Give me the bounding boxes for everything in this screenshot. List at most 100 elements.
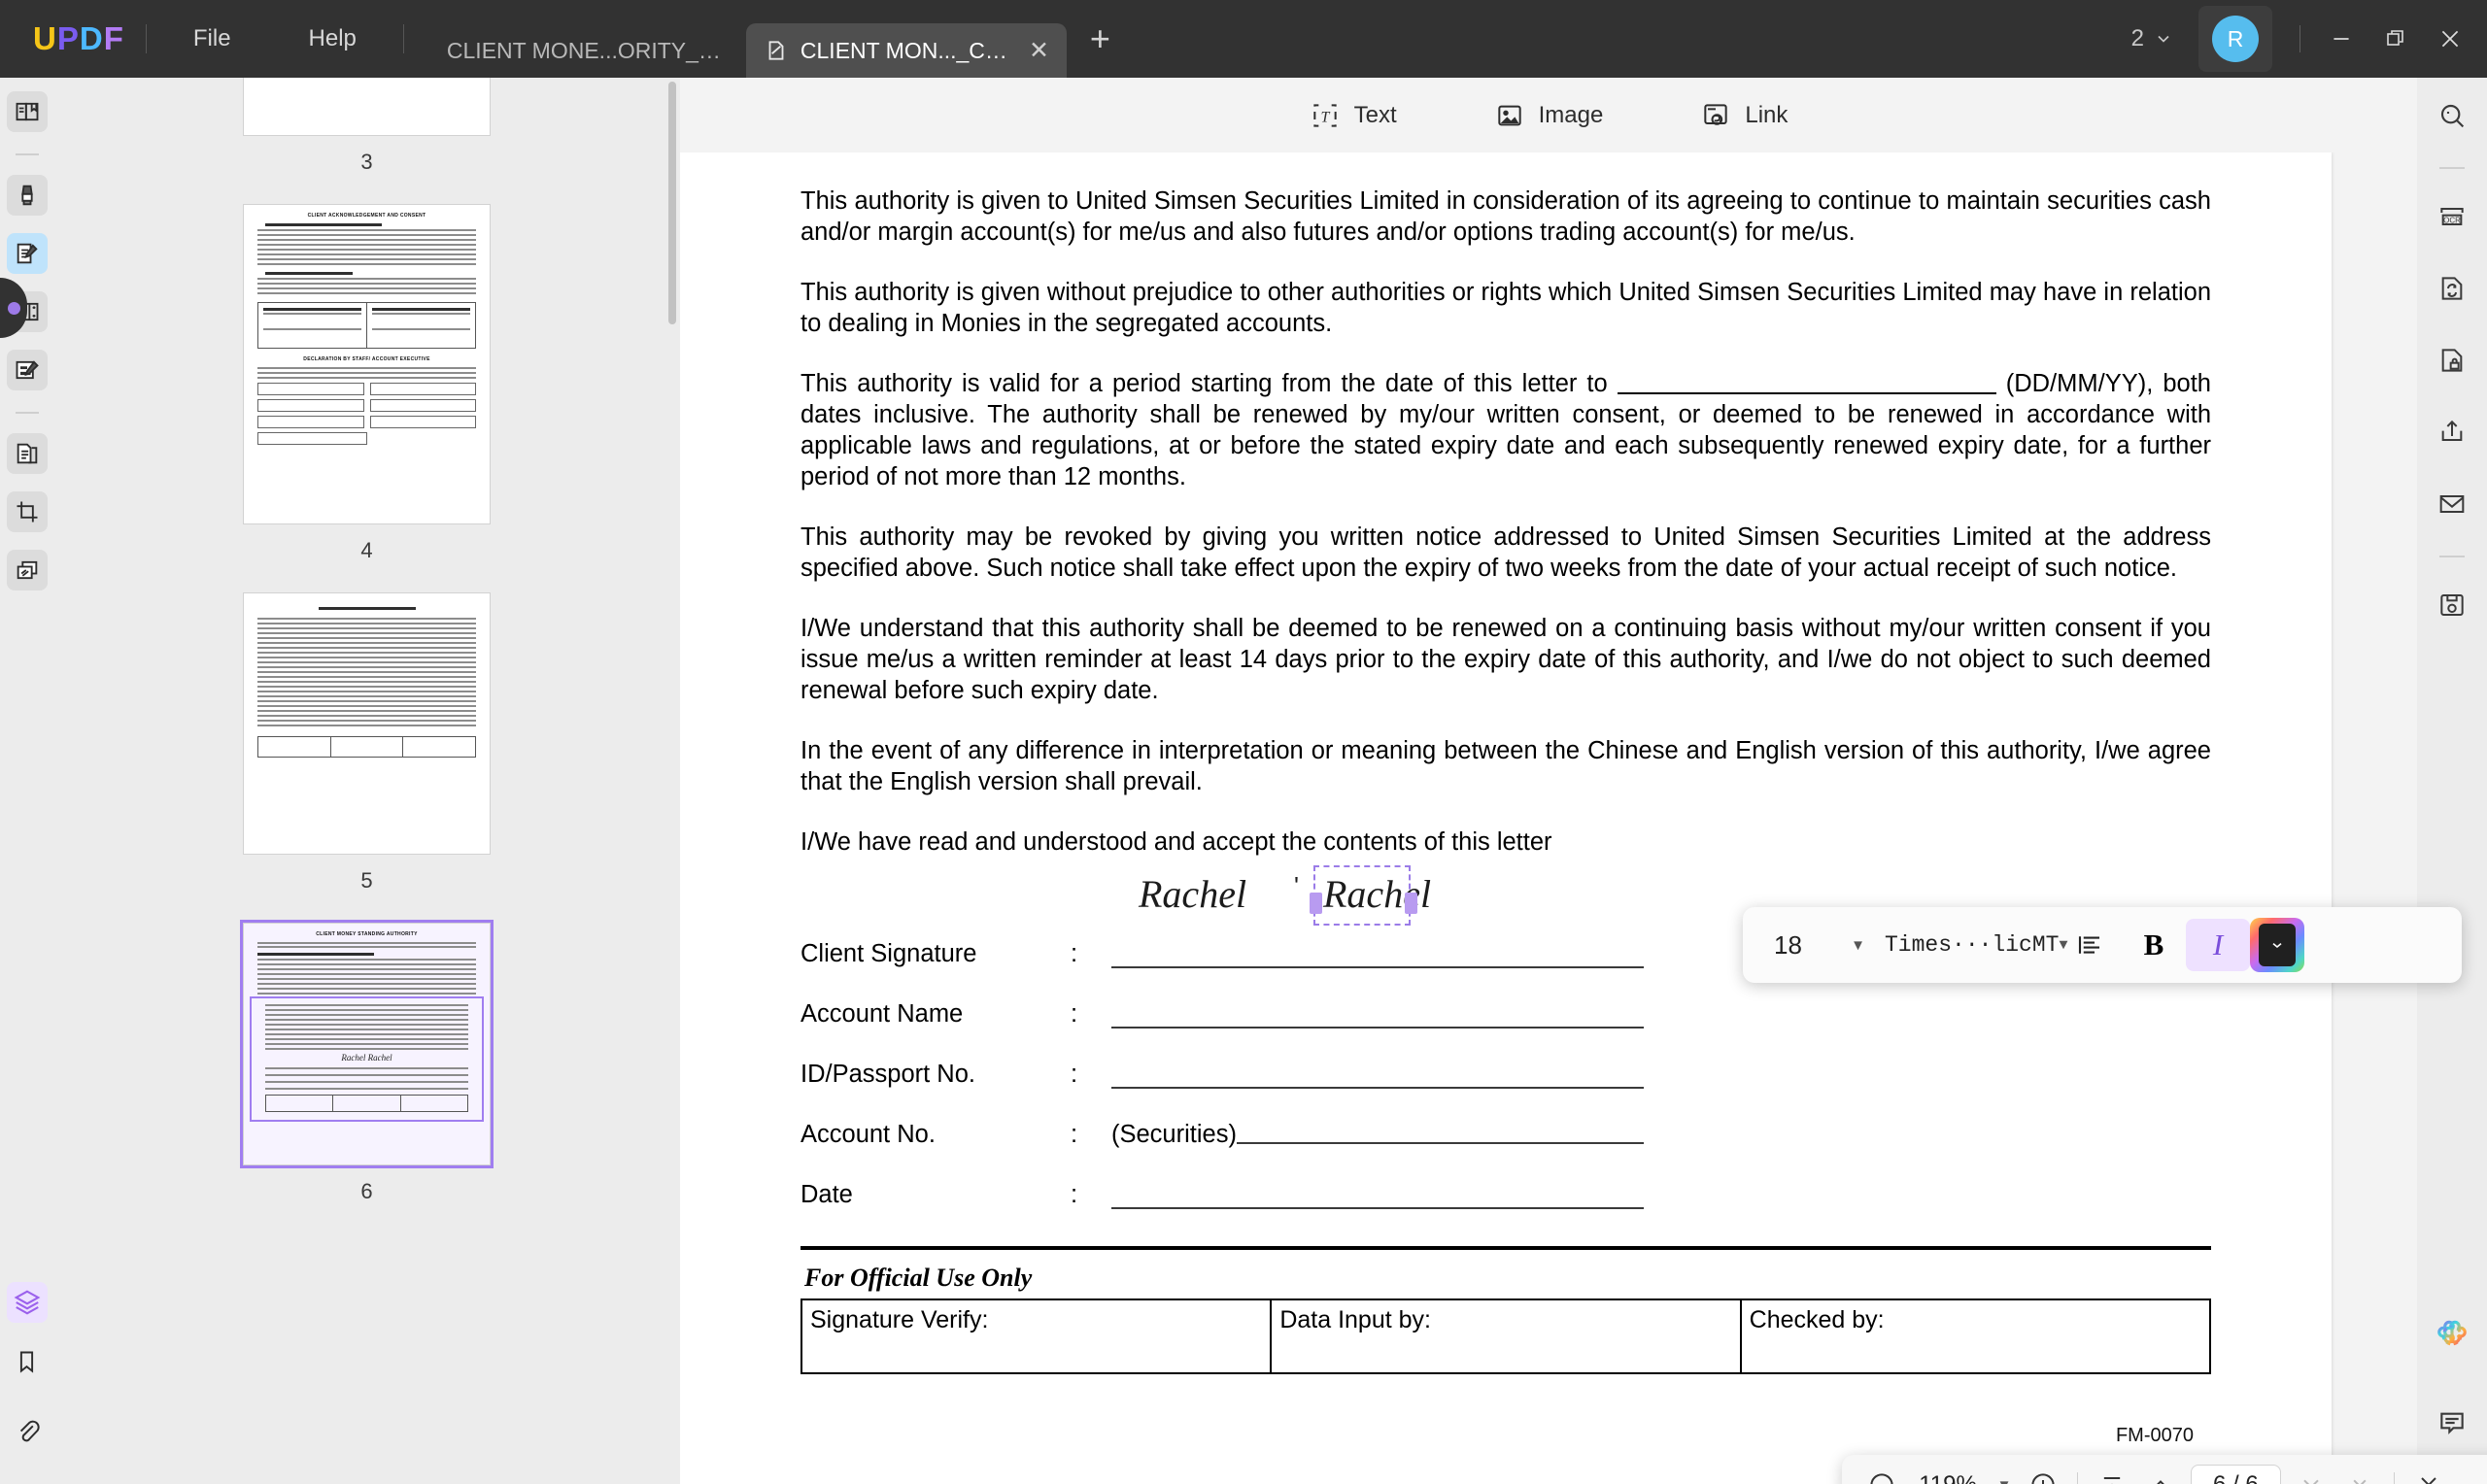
table-cell-signature-verify[interactable]: Signature Verify: — [802, 1300, 1273, 1372]
sidebar-item-attachments[interactable] — [7, 1410, 48, 1451]
page-indicator-input[interactable]: 6 / 6 — [2191, 1465, 2281, 1484]
previous-page-button[interactable] — [2136, 1462, 2185, 1484]
sidebar-item-batch[interactable] — [6, 550, 48, 590]
save-as-button[interactable] — [2430, 583, 2474, 627]
layers-icon — [14, 1290, 40, 1315]
maximize-button[interactable] — [2368, 12, 2423, 66]
ocr-icon: OCR — [2440, 208, 2464, 225]
id-passport-line[interactable] — [1111, 1054, 1644, 1089]
sidebar-item-annotate[interactable] — [6, 175, 48, 216]
edit-image-label: Image — [1538, 101, 1604, 128]
edit-link-button[interactable]: Link — [1686, 92, 1801, 139]
lock-document-icon — [2441, 349, 2463, 372]
sidebar-item-bookmarks[interactable] — [7, 1340, 48, 1381]
text-format-toolbar: 18 ▼ Times···licMT ▼ B I — [1743, 907, 2462, 983]
sidebar-item-sign[interactable] — [6, 350, 48, 390]
zoom-dropdown-button[interactable]: ▼ — [1990, 1462, 2019, 1484]
table-cell-checked-by[interactable]: Checked by: — [1742, 1300, 2209, 1372]
sidebar-item-reader[interactable] — [6, 91, 48, 132]
minimize-icon — [2334, 38, 2349, 40]
align-button[interactable] — [2058, 919, 2122, 971]
font-family-dropdown[interactable]: Times···licMT ▼ — [1877, 932, 2067, 958]
thumbnail-page-6[interactable]: CLIENT MONEY STANDING AUTHORITY Rachel R… — [53, 920, 680, 1233]
crop-icon — [17, 501, 37, 523]
edit-image-button[interactable]: Image — [1481, 92, 1618, 139]
tab-count-dropdown[interactable]: 2 — [2120, 17, 2185, 60]
title-bar: UPDF File Help CLIENT MONE...ORITY_Copy*… — [0, 0, 2487, 78]
pdf-page-6[interactable]: This authority is given to United Simsen… — [680, 152, 2332, 1484]
protect-button[interactable] — [2430, 338, 2474, 383]
search-icon — [2440, 104, 2465, 128]
tab-count-label: 2 — [2130, 25, 2144, 51]
chevron-down-icon — [2158, 35, 2169, 43]
italic-button[interactable]: I — [2186, 919, 2250, 971]
restore-icon — [2387, 30, 2403, 46]
edit-toolbar: T Text Image Link — [680, 78, 2417, 152]
minimize-button[interactable] — [2314, 12, 2368, 66]
validity-text-before: This authority is valid for a period sta… — [801, 370, 1608, 397]
text-color-button[interactable] — [2250, 918, 2304, 972]
thumbnail-list[interactable]: 3 CLIENT ACKNOWLEDGEMENT AND CONSENT DEC… — [53, 78, 680, 1484]
first-page-button[interactable] — [2088, 1462, 2136, 1484]
next-page-button[interactable] — [2287, 1462, 2335, 1484]
page-organize-icon — [17, 443, 37, 464]
chevron-down-icon: ▼ — [1851, 936, 1865, 954]
page-viewport[interactable]: This authority is given to United Simsen… — [680, 152, 2417, 1484]
menu-help[interactable]: Help — [284, 16, 382, 62]
edit-text-button[interactable]: T Text — [1296, 92, 1411, 139]
sidebar-item-crop[interactable] — [6, 491, 48, 532]
form-label: Date — [801, 1181, 853, 1208]
font-family-value: Times···licMT — [1885, 932, 2060, 958]
search-button[interactable] — [2430, 93, 2474, 138]
zoom-level-label[interactable]: 119% — [1906, 1471, 1990, 1484]
last-page-icon — [2353, 1479, 2367, 1484]
account-no-line[interactable]: (Securities) — [1111, 1114, 1644, 1149]
account-button[interactable]: R — [2198, 6, 2272, 72]
date-line[interactable] — [1111, 1174, 1644, 1209]
signature-text-existing[interactable]: Rachel — [1139, 871, 1246, 917]
account-no-blank[interactable] — [1236, 1142, 1644, 1144]
bold-button[interactable]: B — [2122, 919, 2186, 971]
resize-handle-left[interactable] — [1310, 893, 1322, 914]
divider — [2439, 556, 2465, 557]
thumbnail-page-3[interactable]: 3 — [53, 78, 680, 204]
thumbnail-image: CLIENT ACKNOWLEDGEMENT AND CONSENT DECLA… — [243, 204, 491, 524]
form-colon: : — [1071, 1000, 1078, 1028]
document-tab-active[interactable]: CLIENT MON..._Copy_OCR* ✕ — [745, 23, 1067, 78]
last-page-button[interactable] — [2335, 1462, 2384, 1484]
form-label: Account Name — [801, 1000, 964, 1028]
close-tab-icon[interactable]: ✕ — [1029, 38, 1049, 63]
share-button[interactable] — [2430, 410, 2474, 455]
comments-button[interactable] — [2430, 1400, 2474, 1445]
ocr-button[interactable]: OCR — [2430, 194, 2474, 239]
menu-file[interactable]: File — [168, 16, 256, 62]
table-cell-data-input-by[interactable]: Data Input by: — [1272, 1300, 1742, 1372]
thumbnail-page-5[interactable]: 5 — [53, 592, 680, 923]
new-tab-button[interactable]: + — [1090, 18, 1110, 59]
email-button[interactable] — [2430, 482, 2474, 526]
resize-handle-right[interactable] — [1405, 893, 1417, 914]
chevron-down-icon: ▼ — [1997, 1477, 2012, 1484]
zoom-out-icon — [1870, 1473, 1893, 1484]
sidebar-item-edit-pdf[interactable] — [6, 233, 48, 274]
ai-assistant-button[interactable] — [2430, 1313, 2474, 1358]
form-colon: : — [1071, 1061, 1078, 1088]
fill-in-blank-line[interactable] — [1617, 392, 1996, 394]
close-navbar-button[interactable] — [2404, 1462, 2453, 1484]
thumbnail-selection-highlight: Rachel Rachel — [250, 996, 484, 1122]
zoom-out-button[interactable] — [1857, 1462, 1906, 1484]
zoom-in-button[interactable] — [2019, 1462, 2067, 1484]
sidebar-item-organize-pages[interactable] — [6, 433, 48, 474]
thumbnail-page-4[interactable]: CLIENT ACKNOWLEDGEMENT AND CONSENT DECLA… — [53, 204, 680, 592]
next-page-icon — [2303, 1479, 2319, 1484]
thumbnail-scrollbar[interactable] — [668, 82, 676, 324]
paperclip-icon — [19, 1420, 40, 1442]
close-window-button[interactable] — [2423, 12, 2477, 66]
convert-button[interactable] — [2430, 266, 2474, 311]
font-size-dropdown[interactable]: 18 ▼ — [1762, 930, 1877, 961]
document-tab-inactive[interactable]: CLIENT MONE...ORITY_Copy* — [426, 23, 746, 78]
account-name-line[interactable] — [1111, 994, 1644, 1029]
divider — [2393, 1472, 2395, 1484]
chevron-down-icon — [2272, 943, 2282, 949]
sidebar-item-layers[interactable] — [6, 1282, 48, 1323]
